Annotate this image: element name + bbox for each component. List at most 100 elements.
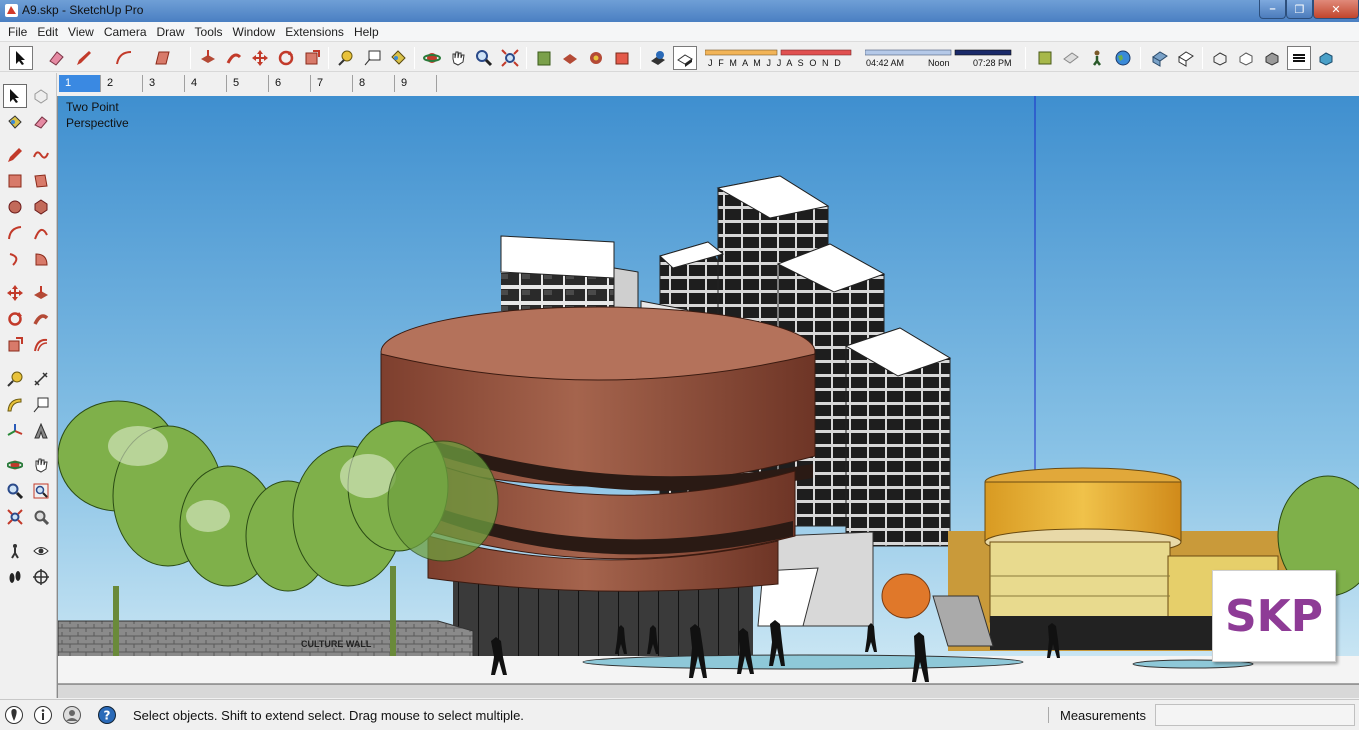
position-camera-button[interactable] [1033, 46, 1057, 70]
rotated-rectangle-tool[interactable] [29, 169, 53, 193]
circle-tool[interactable] [3, 195, 27, 219]
previous-view-tool[interactable] [29, 505, 53, 529]
display-shadows-toggle[interactable] [673, 46, 697, 70]
tape-measure-tool-button[interactable] [334, 46, 358, 70]
extension-warehouse-button[interactable] [610, 46, 634, 70]
two-point-arc-tool[interactable] [29, 221, 53, 245]
minimize-button[interactable]: – [1259, 0, 1286, 19]
eraser-tool-button[interactable] [44, 46, 68, 70]
section-plane-tool[interactable] [29, 565, 53, 589]
instructor-help-icon[interactable]: ? [97, 705, 117, 725]
orbit-tool[interactable] [3, 453, 27, 477]
look-around-tool[interactable] [29, 539, 53, 563]
arc-tool[interactable] [3, 221, 27, 245]
orbit-tool-button[interactable] [420, 46, 444, 70]
zoom-tool-button[interactable] [472, 46, 496, 70]
polygon-tool[interactable] [29, 195, 53, 219]
style-xray-button[interactable] [1208, 46, 1232, 70]
section-plane-button[interactable] [1059, 46, 1083, 70]
rotate-tool-button[interactable] [274, 46, 298, 70]
push-pull-tool[interactable] [29, 281, 53, 305]
scale-tool[interactable] [3, 333, 27, 357]
view-iso-button[interactable] [1148, 46, 1172, 70]
credits-info-icon[interactable] [33, 705, 53, 725]
move-tool-button[interactable] [248, 46, 272, 70]
pan-tool[interactable] [29, 453, 53, 477]
menu-file[interactable]: File [3, 25, 32, 39]
scale-tool-button[interactable] [300, 46, 324, 70]
menu-camera[interactable]: Camera [99, 25, 152, 39]
follow-me-tool[interactable] [29, 307, 53, 331]
text-tool-button[interactable] [360, 46, 384, 70]
push-pull-tool-button[interactable] [196, 46, 220, 70]
position-camera-tool[interactable] [3, 539, 27, 563]
walk-tool[interactable] [3, 565, 27, 589]
close-button[interactable]: ✕ [1313, 0, 1359, 19]
scene-tab-6[interactable]: 6 [269, 75, 311, 92]
geolocation-status-icon[interactable] [4, 705, 24, 725]
geo-location-button[interactable] [1111, 46, 1135, 70]
select-tool[interactable] [3, 84, 27, 108]
protractor-tool[interactable] [3, 393, 27, 417]
offset-tool[interactable] [29, 333, 53, 357]
line-tool[interactable] [3, 143, 27, 167]
style-monochrome-button[interactable] [1314, 46, 1338, 70]
menu-edit[interactable]: Edit [32, 25, 63, 39]
menu-help[interactable]: Help [349, 25, 384, 39]
walk-tool-button[interactable] [1085, 46, 1109, 70]
3d-text-tool[interactable] [29, 419, 53, 443]
menu-view[interactable]: View [63, 25, 99, 39]
zoom-extents-tool-button[interactable] [498, 46, 522, 70]
style-shaded-button[interactable] [1260, 46, 1284, 70]
date-slider[interactable] [705, 48, 855, 58]
menu-tools[interactable]: Tools [190, 25, 228, 39]
scene-tab-2[interactable]: 2 [101, 75, 143, 92]
share-model-button[interactable] [558, 46, 582, 70]
scene-tab-1[interactable]: 1 [59, 75, 101, 92]
scene-tab-3[interactable]: 3 [143, 75, 185, 92]
rotate-tool[interactable] [3, 307, 27, 331]
scene-tab-9[interactable]: 9 [395, 75, 437, 92]
shape-tool-button[interactable] [150, 46, 174, 70]
style-textured-button[interactable] [1287, 46, 1311, 70]
pan-tool-button[interactable] [446, 46, 470, 70]
three-point-arc-tool[interactable] [3, 247, 27, 271]
axes-tool[interactable] [3, 419, 27, 443]
tape-measure-tool[interactable] [3, 367, 27, 391]
zoom-window-tool[interactable] [29, 479, 53, 503]
shadow-settings-button[interactable] [646, 46, 670, 70]
style-wireframe-button[interactable] [1234, 46, 1258, 70]
restore-button[interactable]: ❐ [1286, 0, 1313, 19]
rectangle-tool[interactable] [3, 169, 27, 193]
pie-tool[interactable] [29, 247, 53, 271]
arc-tool-button[interactable] [112, 46, 136, 70]
menu-extensions[interactable]: Extensions [280, 25, 349, 39]
skp-logo-badge: SKP [1212, 570, 1336, 662]
measurements-input[interactable] [1155, 704, 1355, 726]
freehand-tool[interactable] [29, 143, 53, 167]
line-tool-button[interactable] [72, 46, 96, 70]
view-top-button[interactable] [1174, 46, 1198, 70]
paint-bucket-tool-button[interactable] [386, 46, 410, 70]
scene-tab-8[interactable]: 8 [353, 75, 395, 92]
menu-draw[interactable]: Draw [152, 25, 190, 39]
follow-me-tool-button[interactable] [222, 46, 246, 70]
scene-tab-4[interactable]: 4 [185, 75, 227, 92]
paint-bucket-tool[interactable] [3, 110, 27, 134]
zoom-extents-tool[interactable] [3, 505, 27, 529]
share-component-button[interactable] [584, 46, 608, 70]
menu-window[interactable]: Window [228, 25, 281, 39]
scene-tab-5[interactable]: 5 [227, 75, 269, 92]
time-slider[interactable] [865, 48, 1015, 58]
move-tool[interactable] [3, 281, 27, 305]
3d-warehouse-button[interactable] [532, 46, 556, 70]
user-account-icon[interactable] [62, 705, 82, 725]
dimension-tool[interactable] [29, 367, 53, 391]
scene-tab-7[interactable]: 7 [311, 75, 353, 92]
select-tool-button[interactable] [9, 46, 33, 70]
zoom-tool[interactable] [3, 479, 27, 503]
text-tool[interactable] [29, 393, 53, 417]
model-viewport[interactable]: CULTURE WALL Two Point Perspective SKP [57, 96, 1359, 698]
eraser-tool[interactable] [29, 110, 53, 134]
component-tool[interactable] [29, 84, 53, 108]
